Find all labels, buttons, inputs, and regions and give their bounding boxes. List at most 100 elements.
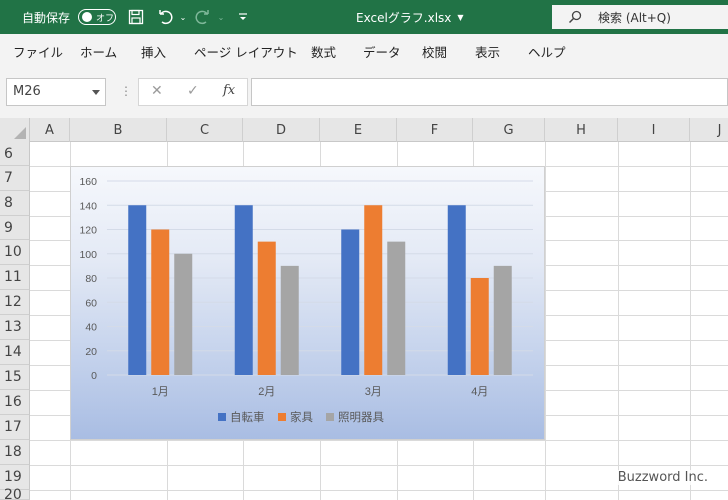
menu-insert[interactable]: 挿入: [141, 42, 166, 61]
gridline: [618, 142, 619, 500]
y-tick-label: 140: [79, 200, 97, 212]
row-header-9[interactable]: 9: [0, 216, 30, 240]
gridline: [30, 490, 728, 491]
legend-swatch: [326, 413, 334, 421]
row-header-18[interactable]: 18: [0, 440, 30, 465]
y-tick-label: 120: [79, 225, 97, 237]
row-header-12[interactable]: 12: [0, 290, 30, 315]
search-label: 検索 (Alt+Q): [598, 10, 671, 25]
title-bar: 自動保存 オフ ⌄ ⌄ Excelグラフ.xlsx ▼ 検索 (Alt+Q): [0, 0, 728, 34]
redo-dropdown-icon[interactable]: ⌄: [212, 8, 230, 26]
chart-bar: [493, 265, 512, 375]
autosave-label: 自動保存: [22, 10, 71, 25]
menu-page-layout[interactable]: ページ レイアウト: [194, 42, 298, 61]
menu-review[interactable]: 校閲: [422, 42, 447, 61]
row-header-15[interactable]: 15: [0, 365, 30, 390]
chart-bar: [234, 205, 253, 375]
legend-label: 自転車: [230, 410, 265, 424]
column-header-b[interactable]: B: [70, 118, 167, 142]
chart-bar: [341, 229, 360, 375]
row-header-8[interactable]: 8: [0, 191, 30, 216]
column-header-h[interactable]: H: [545, 118, 618, 142]
column-header-e[interactable]: E: [320, 118, 397, 142]
x-tick-label: 3月: [365, 386, 382, 398]
menu-bar: ファイル ホーム 挿入 ページ レイアウト 数式 データ 校閲 表示 ヘルプ: [0, 34, 728, 66]
undo-dropdown-icon[interactable]: ⌄: [174, 8, 192, 26]
row-header-11[interactable]: 11: [0, 265, 30, 290]
chart-bar: [470, 278, 489, 375]
chart-bar: [128, 205, 147, 375]
save-icon[interactable]: [127, 8, 145, 26]
gridline: [30, 465, 728, 466]
y-tick-label: 20: [85, 346, 97, 358]
enter-icon[interactable]: ✓: [187, 83, 199, 99]
legend-label: 照明器具: [338, 411, 384, 424]
menu-file[interactable]: ファイル: [13, 42, 63, 61]
select-all-icon: [14, 127, 26, 139]
file-name[interactable]: Excelグラフ.xlsx ▼: [356, 0, 464, 34]
legend-swatch: [218, 413, 226, 421]
row-header-14[interactable]: 14: [0, 340, 30, 365]
menu-view[interactable]: 表示: [475, 42, 500, 61]
menu-formulas[interactable]: 数式: [311, 42, 336, 61]
row-header-10[interactable]: 10: [0, 240, 30, 265]
chart-bar: [257, 241, 276, 375]
column-header-c[interactable]: C: [167, 118, 243, 142]
undo-icon[interactable]: [156, 8, 174, 26]
gridline: [690, 142, 691, 500]
x-tick-label: 1月: [152, 386, 169, 398]
search-box[interactable]: 検索 (Alt+Q): [552, 5, 728, 29]
row-header-7[interactable]: 7: [0, 166, 30, 191]
autosave-toggle[interactable]: オフ: [78, 9, 116, 25]
column-header-j[interactable]: J: [690, 118, 728, 142]
y-tick-label: 80: [85, 273, 97, 285]
row-header-13[interactable]: 13: [0, 315, 30, 340]
row-header-16[interactable]: 16: [0, 390, 30, 415]
chart-bar: [151, 229, 170, 375]
column-header-d[interactable]: D: [243, 118, 320, 142]
chart-bar: [364, 205, 383, 375]
legend-swatch: [278, 413, 286, 421]
column-headers: A B C D E F G H I J: [0, 118, 728, 142]
bar-chart: 0 20 40 60 80 100 120 140 160 1月 2月 3月 4月自転車 家具 照明器具: [79, 176, 533, 424]
redo-icon[interactable]: [194, 8, 212, 26]
formula-bar: M26 ⋮ ✕ ✓ fx: [0, 66, 728, 118]
column-header-a[interactable]: A: [30, 118, 70, 142]
chart-bar: [447, 205, 466, 375]
row-header-6[interactable]: 6: [0, 142, 30, 166]
autosave-state: オフ: [96, 13, 115, 24]
cancel-icon[interactable]: ✕: [151, 83, 163, 99]
formula-buttons: ✕ ✓ fx: [138, 78, 248, 106]
y-tick-label: 0: [91, 370, 97, 382]
y-tick-label: 100: [79, 249, 97, 261]
name-box-dropdown-icon[interactable]: [92, 90, 100, 95]
insert-function-icon[interactable]: fx: [223, 83, 235, 98]
watermark: Buzzword Inc.: [615, 470, 710, 485]
name-box-value: M26: [13, 84, 41, 99]
chart-bar: [280, 265, 299, 375]
y-tick-label: 60: [85, 297, 97, 309]
menu-home[interactable]: ホーム: [80, 42, 117, 61]
legend-label: 家具: [290, 410, 313, 424]
name-box[interactable]: M26: [6, 78, 106, 106]
formula-input[interactable]: [251, 78, 728, 106]
customize-toolbar-icon[interactable]: [234, 8, 252, 26]
menu-help[interactable]: ヘルプ: [528, 42, 566, 61]
file-name-text: Excelグラフ.xlsx: [356, 10, 452, 25]
toggle-knob: [82, 12, 92, 22]
menu-data[interactable]: データ: [363, 42, 401, 61]
search-icon: [568, 10, 582, 24]
y-tick-label: 40: [85, 322, 97, 334]
chart-object[interactable]: 0 20 40 60 80 100 120 140 160 1月 2月 3月 4月自転車 家具 照明器具: [70, 166, 545, 440]
more-icon[interactable]: ⋮: [120, 84, 132, 98]
column-header-i[interactable]: I: [618, 118, 690, 142]
row-header-20[interactable]: 20: [0, 487, 30, 500]
x-tick-label: 4月: [471, 386, 488, 398]
column-header-g[interactable]: G: [473, 118, 545, 142]
x-tick-label: 2月: [258, 386, 275, 398]
row-header-17[interactable]: 17: [0, 415, 30, 440]
file-name-dropdown-icon: ▼: [457, 12, 464, 22]
select-all-button[interactable]: [0, 118, 30, 142]
y-tick-label: 160: [79, 176, 97, 188]
column-header-f[interactable]: F: [397, 118, 473, 142]
